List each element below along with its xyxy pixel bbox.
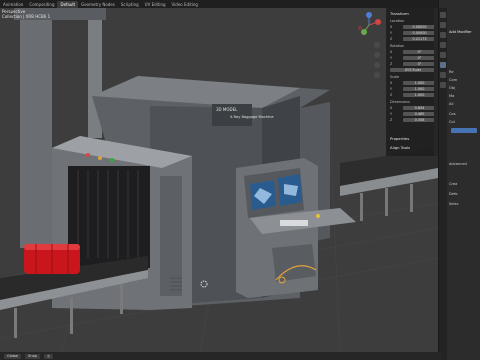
- machine-brand-text: 3D MODEL: [216, 107, 238, 112]
- scale-x-field[interactable]: 1.000: [403, 80, 436, 85]
- arch-left-pillar: [20, 8, 52, 248]
- rotation-y-field[interactable]: 0°: [403, 55, 436, 60]
- location-x-field[interactable]: 0.00000: [403, 24, 436, 29]
- workspace-tab-animation[interactable]: Animation: [0, 1, 26, 8]
- indicator-amber: [98, 156, 102, 160]
- location-y-field[interactable]: 0.00000: [403, 30, 436, 35]
- pan-icon[interactable]: [374, 52, 380, 58]
- camera-icon[interactable]: [374, 62, 380, 68]
- scale-y-field[interactable]: 1.000: [403, 86, 436, 91]
- scene-icon[interactable]: [440, 52, 446, 58]
- keyboard: [280, 220, 308, 226]
- prop-item-6[interactable]: Col: [449, 120, 455, 124]
- transform-panel: Transform Location X 0.00000 Y 0.00000 Z 0.…: [386, 8, 439, 156]
- viewport-footer: Global Snap ◎: [0, 352, 442, 360]
- workspace-tabs-bar: Animation Compositing Default Geometry Node…: [0, 0, 480, 8]
- rotation-label: Rotation: [390, 44, 405, 48]
- align-tools-section[interactable]: Align Tools: [390, 145, 410, 150]
- render-icon[interactable]: [440, 22, 446, 28]
- proportional-edit-icon[interactable]: ◎: [43, 353, 54, 359]
- properties-tab-column: [439, 8, 447, 360]
- output-icon[interactable]: [440, 32, 446, 38]
- 3d-viewport[interactable]: 3D MODEL X-Ray Baggage Machine Perspecti…: [0, 8, 438, 352]
- prop-item-10[interactable]: Selec: [449, 202, 459, 206]
- navigation-gizmo-icon[interactable]: [356, 12, 382, 38]
- machine-title-text: X-Ray Baggage Machine: [230, 115, 274, 119]
- tool-icon[interactable]: [440, 12, 446, 18]
- workspace-tab-scripting[interactable]: Scripting: [118, 1, 142, 8]
- scale-label: Scale: [390, 75, 400, 79]
- add-modifier-button[interactable]: Add Modifier: [449, 30, 472, 34]
- prop-item-9[interactable]: Defo: [449, 192, 457, 196]
- rotation-z-field[interactable]: 0°: [403, 61, 436, 66]
- properties-section[interactable]: Properties: [390, 136, 409, 141]
- console-lower-panel: [272, 244, 316, 282]
- workspace-tab-geometry-nodes[interactable]: Geometry Nodes: [78, 1, 118, 8]
- dimensions-z-field[interactable]: 0.358: [403, 117, 436, 122]
- indicator-red: [86, 153, 90, 157]
- collection-label: Collection | XRB HCB6 1: [2, 14, 51, 19]
- active-highlight[interactable]: [451, 128, 477, 133]
- location-z-field[interactable]: 0.21173: [403, 36, 436, 41]
- location-label: Location: [390, 19, 405, 23]
- prop-item-4[interactable]: Ali: [449, 102, 453, 106]
- workspace-tab-compositing[interactable]: Compositing: [26, 1, 57, 8]
- workspace-tab-video-editing[interactable]: Video Editing: [169, 1, 201, 8]
- object-icon[interactable]: [440, 72, 446, 78]
- properties-editor: Add Modifier Re Com Obj Ma Ali Cos Col A…: [438, 0, 480, 360]
- indicator-green: [110, 158, 114, 162]
- prop-item-0[interactable]: Re: [449, 70, 454, 74]
- transform-header[interactable]: Transform: [390, 11, 409, 16]
- pivot-dropdown[interactable]: Global: [4, 353, 22, 359]
- zoom-icon[interactable]: [374, 42, 380, 48]
- workspace-tab-default[interactable]: Default: [57, 0, 79, 8]
- view-layer-icon[interactable]: [440, 42, 446, 48]
- snap-toggle[interactable]: Snap: [25, 353, 40, 359]
- console-button: [316, 214, 320, 218]
- prop-item-8[interactable]: Crea: [449, 182, 457, 186]
- dimensions-label: Dimensions: [390, 100, 410, 104]
- prop-item-3[interactable]: Ma: [449, 94, 454, 98]
- grid-icon[interactable]: [374, 72, 380, 78]
- dimensions-y-field[interactable]: 0.489: [403, 111, 436, 116]
- prop-item-2[interactable]: Obj: [449, 86, 455, 90]
- workspace-tab-uv-editing[interactable]: UV Editing: [142, 1, 169, 8]
- scale-z-field[interactable]: 1.000: [403, 92, 436, 97]
- prop-item-5[interactable]: Cos: [449, 112, 456, 116]
- rotation-x-field[interactable]: 0°: [403, 49, 436, 54]
- prop-item-7[interactable]: Advanced: [449, 162, 467, 166]
- modifier-icon[interactable]: [440, 62, 446, 68]
- rotation-mode-select[interactable]: XYZ Euler: [390, 67, 436, 72]
- dimensions-x-field[interactable]: 0.834: [403, 105, 436, 110]
- material-icon[interactable]: [440, 82, 446, 88]
- prop-item-1[interactable]: Com: [449, 78, 457, 82]
- scene-render: 3D MODEL X-Ray Baggage Machine: [0, 8, 438, 352]
